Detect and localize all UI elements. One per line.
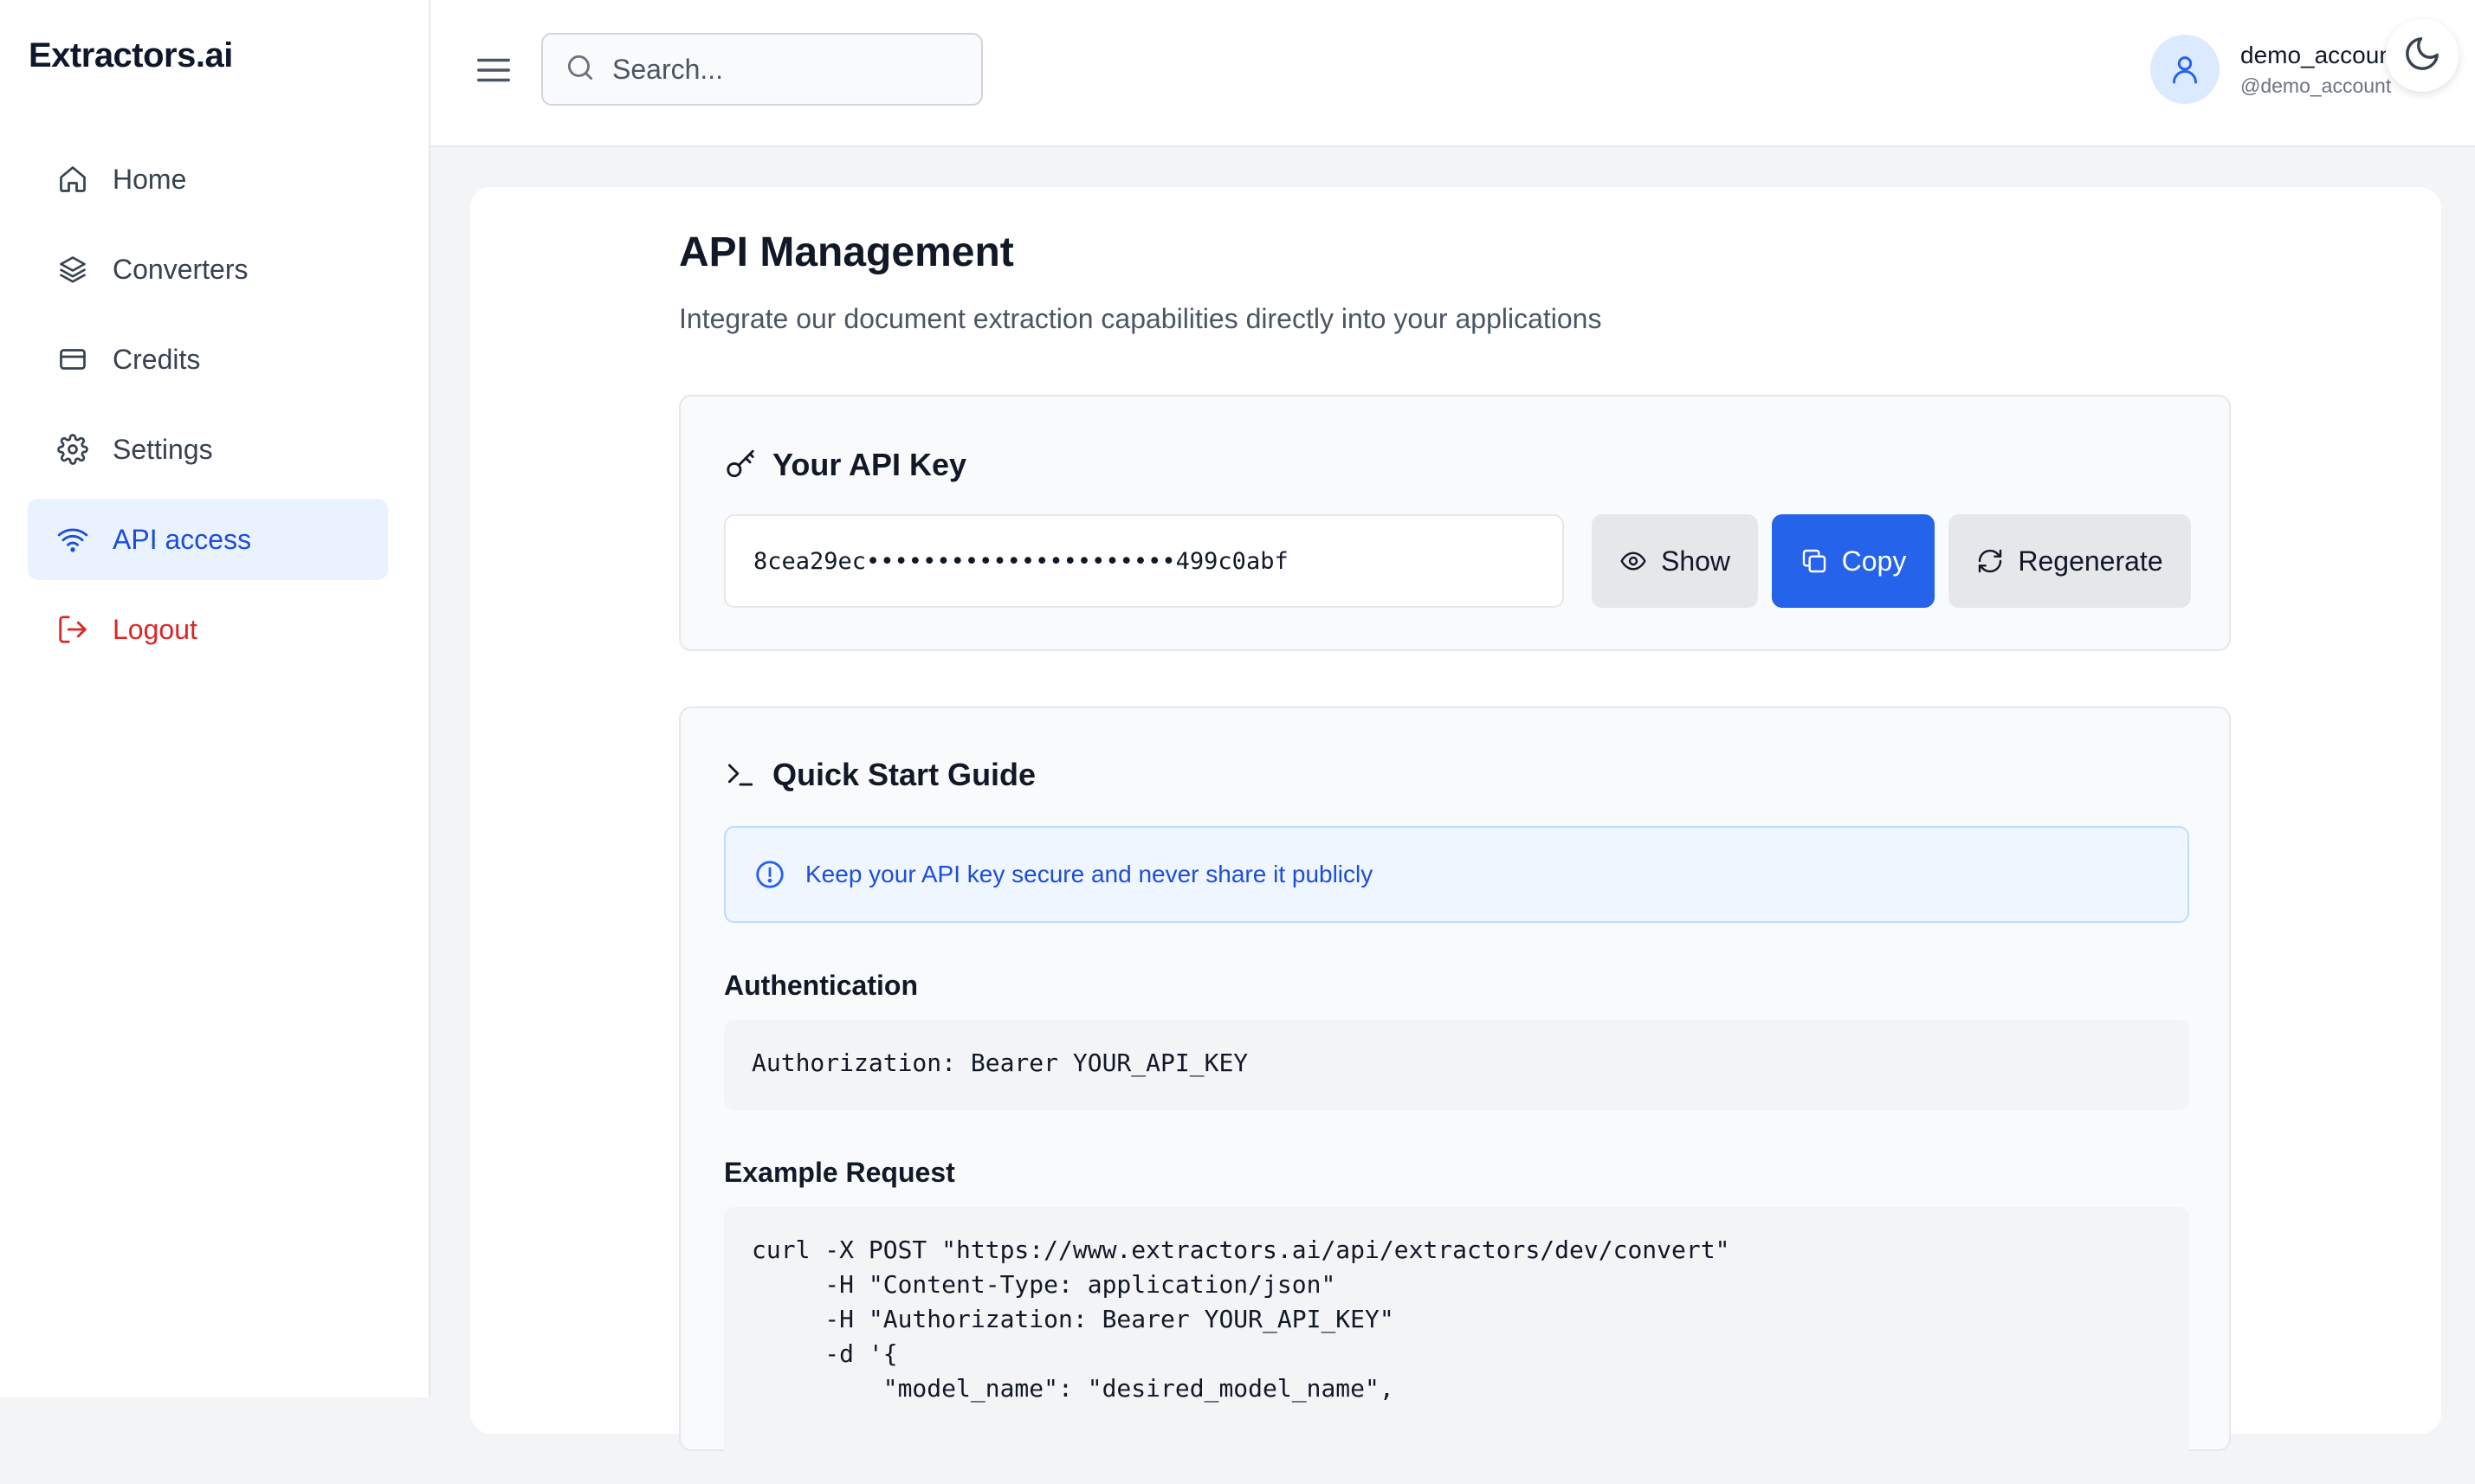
sidebar-item-credits[interactable]: Credits: [28, 319, 388, 400]
sidebar-item-label: Converters: [113, 253, 249, 285]
sidebar-item-api-access[interactable]: API access: [28, 499, 388, 580]
regenerate-key-label: Regenerate: [2018, 545, 2163, 577]
sidebar: Extractors.ai Home Converters Credits Se…: [0, 0, 430, 1397]
eye-icon: [1619, 546, 1649, 576]
info-icon: [753, 857, 788, 892]
moon-icon: [2402, 34, 2442, 78]
authentication-code[interactable]: Authorization: Bearer YOUR_API_KEY: [724, 1020, 2189, 1110]
page-subtitle: Integrate our document extraction capabi…: [679, 303, 1602, 334]
key-icon: [724, 448, 759, 482]
show-key-label: Show: [1660, 545, 1731, 577]
sidebar-nav: Home Converters Credits Settings API acc…: [28, 139, 388, 679]
sidebar-item-converters[interactable]: Converters: [28, 229, 388, 310]
user-handle: @demo_account: [2240, 74, 2392, 97]
gear-icon: [55, 432, 90, 467]
quick-start-heading-text: Quick Start Guide: [772, 757, 1037, 792]
brand-logo[interactable]: Extractors.ai: [29, 36, 233, 75]
security-alert: Keep your API key secure and never share…: [724, 826, 2189, 923]
api-key-heading-text: Your API Key: [772, 447, 967, 482]
api-key-panel: Your API Key 8cea29ec•••••••••••••••••••…: [679, 395, 2231, 651]
sidebar-item-home[interactable]: Home: [28, 139, 388, 220]
api-key-field[interactable]: 8cea29ec••••••••••••••••••••••499c0abf: [724, 514, 1564, 608]
theme-toggle-button[interactable]: [2386, 19, 2459, 92]
search-box[interactable]: [541, 33, 983, 106]
copy-key-label: Copy: [1841, 545, 1907, 577]
search-input[interactable]: [612, 53, 959, 86]
search-icon: [564, 51, 597, 88]
quick-start-heading: Quick Start Guide: [724, 757, 1036, 793]
page-title: API Management: [679, 229, 1014, 275]
refresh-icon: [1976, 546, 2006, 576]
terminal-icon: [724, 758, 759, 792]
example-request-code[interactable]: curl -X POST "https://www.extractors.ai/…: [724, 1207, 2189, 1484]
layers-icon: [55, 252, 90, 287]
quick-start-panel: Quick Start Guide Keep your API key secu…: [679, 707, 2231, 1484]
sidebar-item-label: Settings: [113, 433, 213, 465]
api-key-heading: Your API Key: [724, 447, 966, 483]
logout-icon: [55, 612, 90, 647]
security-alert-text: Keep your API key secure and never share…: [805, 861, 1373, 887]
regenerate-key-button[interactable]: Regenerate: [1948, 514, 2191, 608]
copy-icon: [1800, 546, 1830, 576]
sidebar-item-label: Logout: [113, 613, 197, 645]
hamburger-menu-icon[interactable]: [474, 50, 514, 90]
home-icon: [55, 162, 90, 197]
credit-card-icon: [55, 342, 90, 377]
sidebar-item-settings[interactable]: Settings: [28, 409, 388, 490]
authentication-label: Authentication: [724, 970, 918, 1001]
sidebar-item-label: Home: [113, 163, 187, 195]
user-name: demo_account: [2240, 42, 2386, 68]
sidebar-item-logout[interactable]: Logout: [28, 589, 388, 670]
show-key-button[interactable]: Show: [1592, 514, 1758, 608]
top-bar: demo_account @demo_account: [430, 0, 2475, 147]
example-request-label: Example Request: [724, 1157, 955, 1188]
wifi-icon: [55, 522, 90, 557]
avatar[interactable]: [2150, 35, 2220, 104]
sidebar-item-label: Credits: [113, 343, 201, 375]
sidebar-item-label: API access: [113, 523, 252, 555]
copy-key-button[interactable]: Copy: [1772, 514, 1935, 608]
